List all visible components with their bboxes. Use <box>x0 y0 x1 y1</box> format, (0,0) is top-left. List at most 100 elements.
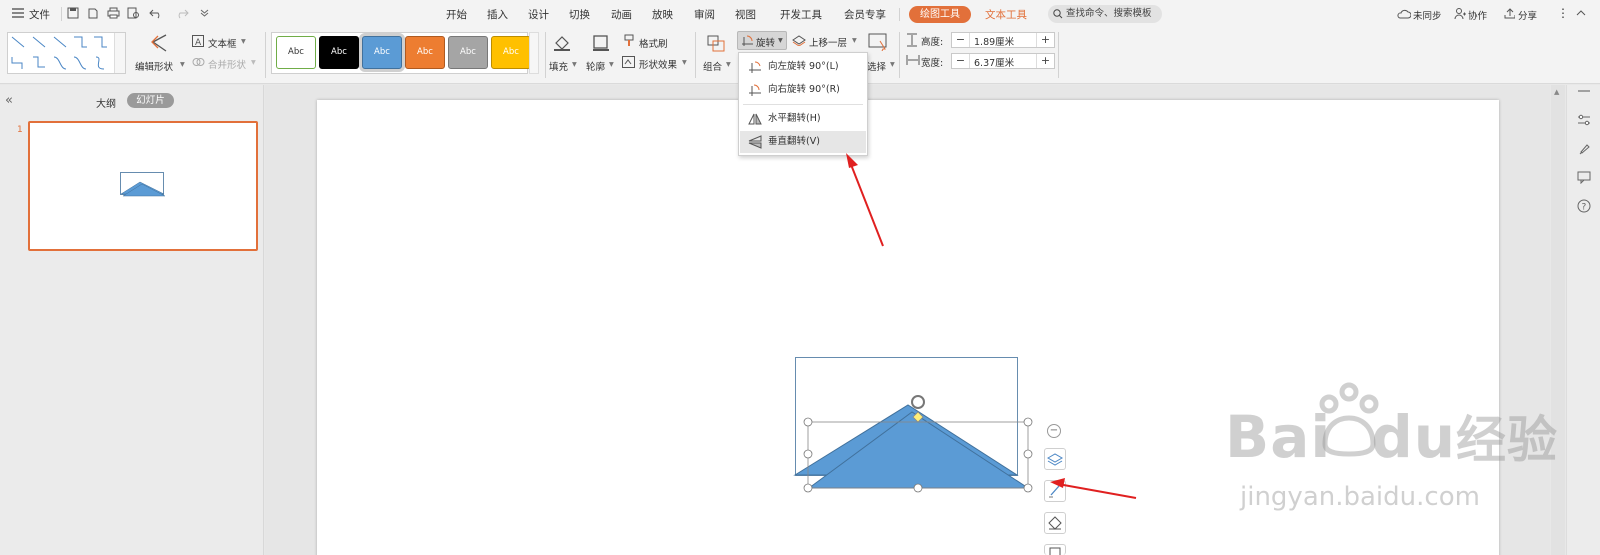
collapse-quick-toolbar-icon[interactable]: − <box>1047 424 1061 438</box>
undo-icon[interactable] <box>149 7 165 19</box>
properties-icon[interactable] <box>1577 114 1591 126</box>
watermark-paw-icon <box>1319 382 1379 457</box>
group-button[interactable]: 组合 <box>703 59 722 73</box>
outline-icon <box>593 35 609 51</box>
tab-view[interactable]: 视图 <box>735 7 756 22</box>
select-button[interactable]: 选择 <box>867 59 886 73</box>
rotate-left-90-item[interactable]: 向左旋转 90°(L) <box>740 56 866 78</box>
width-stepper[interactable]: − 6.37厘米 + <box>951 53 1055 69</box>
tab-transition[interactable]: 切换 <box>569 7 590 22</box>
print-icon[interactable] <box>107 7 120 19</box>
search-box[interactable]: 查找命令、搜索模板 <box>1048 5 1162 23</box>
resize-handle-bl <box>803 483 813 493</box>
help-icon[interactable]: ? <box>1577 199 1591 213</box>
rotate-button[interactable]: 旋转 ▾ <box>737 31 787 50</box>
resize-handle-r <box>1023 449 1033 459</box>
tab-insert[interactable]: 插入 <box>487 7 508 22</box>
tab-design[interactable]: 设计 <box>528 7 549 22</box>
vertical-scrollbar[interactable]: ▲ <box>1551 85 1565 555</box>
tab-animation[interactable]: 动画 <box>611 7 632 22</box>
bring-forward-button[interactable]: 上移一层 <box>809 35 847 49</box>
fill-bucket-icon <box>1048 516 1062 530</box>
menu-divider <box>743 104 863 105</box>
tab-slideshow[interactable]: 放映 <box>652 7 673 22</box>
shape-style-swatch[interactable]: Abc <box>362 36 402 69</box>
annotation-arrow-up <box>846 153 884 247</box>
width-value[interactable]: 6.37厘米 <box>974 55 1014 69</box>
more-icon[interactable]: ⋮ <box>1557 6 1569 20</box>
tab-slides[interactable]: 幻灯片 <box>127 93 174 108</box>
tab-outline[interactable]: 大纲 <box>96 95 116 110</box>
layer-quick-button[interactable] <box>1044 448 1066 470</box>
style-gallery-more[interactable] <box>529 32 539 74</box>
collapse-ribbon-icon[interactable] <box>1576 9 1586 17</box>
customize-toolbar-icon[interactable] <box>200 9 209 17</box>
tab-home[interactable]: 开始 <box>446 7 467 22</box>
shape-style-swatch[interactable]: Abc <box>491 36 531 69</box>
save-icon[interactable] <box>67 7 79 19</box>
rotate-dropdown-menu: 向左旋转 90°(L) 向右旋转 90°(R) 水平翻转(H) 垂直翻转(V) <box>738 52 868 156</box>
animation-pin-icon[interactable] <box>1577 142 1591 156</box>
width-increase[interactable]: + <box>1036 54 1054 68</box>
slide-thumbnail[interactable] <box>28 121 258 251</box>
svg-text:?: ? <box>1582 203 1587 213</box>
collapse-panel-icon[interactable]: « <box>5 93 13 108</box>
rotate-left-icon <box>749 61 761 73</box>
textbox-button[interactable]: 文本框 <box>208 36 237 50</box>
outline-quick-icon <box>1049 547 1061 555</box>
shape-style-swatch[interactable]: Abc <box>448 36 488 69</box>
comment-icon[interactable] <box>1577 171 1591 184</box>
merge-shape-button[interactable]: 合并形状 <box>208 57 246 71</box>
tab-review[interactable]: 审阅 <box>694 7 715 22</box>
search-icon <box>1053 9 1063 19</box>
bring-forward-icon <box>792 35 806 46</box>
redo-icon[interactable] <box>175 7 189 19</box>
shape-style-swatch[interactable]: Abc <box>319 36 359 69</box>
tab-member[interactable]: 会员专享 <box>844 7 886 22</box>
height-increase[interactable]: + <box>1036 33 1054 47</box>
rotate-right-90-item[interactable]: 向右旋转 90°(R) <box>740 79 866 101</box>
height-stepper[interactable]: − 1.89厘米 + <box>951 32 1055 48</box>
group-icon <box>707 35 725 52</box>
hamburger-icon[interactable] <box>12 8 24 18</box>
collab-button[interactable]: 协作 <box>1468 8 1487 22</box>
scroll-up-icon[interactable]: ▲ <box>1554 88 1559 96</box>
format-painter-icon <box>624 34 634 46</box>
edit-shape-button[interactable]: 编辑形状 <box>135 59 173 73</box>
print-preview-icon[interactable] <box>127 7 140 19</box>
sync-status[interactable]: 未同步 <box>1413 8 1442 22</box>
rotate-handle-icon[interactable] <box>911 395 925 409</box>
height-label: 高度: <box>921 37 944 48</box>
shape-effect-icon <box>622 56 635 68</box>
title-bar: 文件 开始 插入 设计 切换 动画 放映 审阅 视图 开发工具 会员专享 绘图工… <box>0 0 1600 28</box>
shape-style-gallery: Abc Abc Abc Abc Abc Abc <box>271 32 531 74</box>
format-painter-button[interactable]: 格式刷 <box>639 36 668 50</box>
line-shape-gallery[interactable] <box>7 32 126 74</box>
tab-drawing-tools[interactable]: 绘图工具 <box>909 6 971 23</box>
shape-style-swatch[interactable]: Abc <box>276 36 316 69</box>
cloud-icon <box>1397 9 1411 19</box>
tab-text-tools[interactable]: 文本工具 <box>985 7 1027 22</box>
file-menu[interactable]: 文件 <box>29 7 50 22</box>
tab-developer[interactable]: 开发工具 <box>780 7 822 22</box>
height-value[interactable]: 1.89厘米 <box>974 34 1014 48</box>
fill-button[interactable]: 填充 <box>549 59 568 73</box>
outline-quick-button[interactable] <box>1044 544 1066 555</box>
fill-quick-button[interactable] <box>1044 512 1066 534</box>
output-pdf-icon[interactable] <box>87 7 99 19</box>
gallery-scroll[interactable] <box>114 33 125 73</box>
shape-style-swatch[interactable]: Abc <box>405 36 445 69</box>
width-icon <box>906 55 920 65</box>
toggle-icon[interactable] <box>1577 88 1591 94</box>
height-decrease[interactable]: − <box>952 33 970 47</box>
flip-horizontal-item[interactable]: 水平翻转(H) <box>740 108 866 130</box>
outline-button[interactable]: 轮廓 <box>586 59 605 73</box>
width-decrease[interactable]: − <box>952 54 970 68</box>
flip-vertical-icon <box>748 135 762 149</box>
share-button[interactable]: 分享 <box>1518 8 1537 22</box>
selected-shapes[interactable] <box>780 350 1080 500</box>
slide-number: 1 <box>17 125 23 135</box>
shape-effect-button[interactable]: 形状效果 <box>639 57 677 71</box>
watermark-url: jingyan.baidu.com <box>1240 482 1480 512</box>
search-placeholder: 查找命令、搜索模板 <box>1066 8 1152 19</box>
